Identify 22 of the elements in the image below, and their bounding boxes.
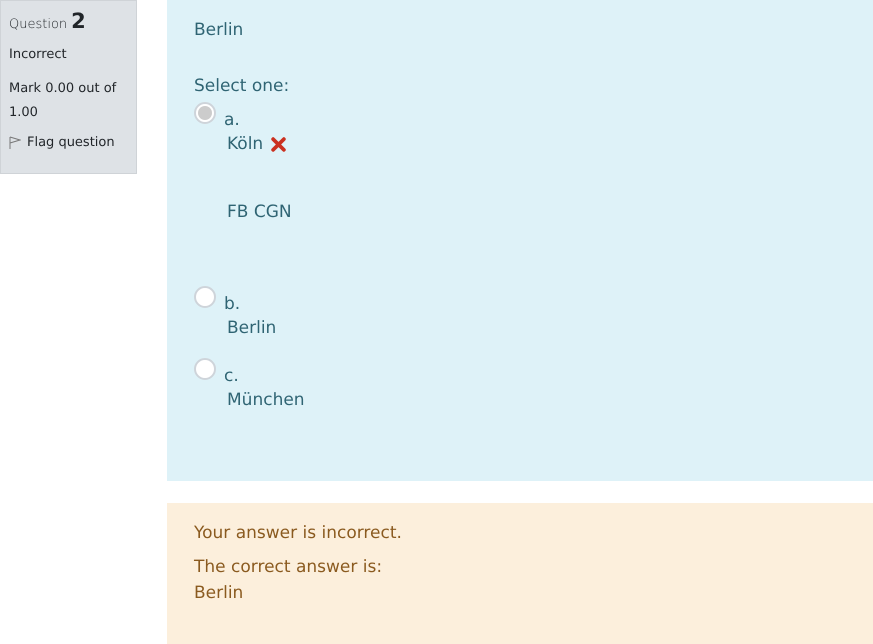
mark-text: Mark 0.00 out of 1.00 bbox=[9, 80, 118, 122]
prompt-text: Select one: bbox=[194, 76, 290, 96]
radio-button[interactable] bbox=[194, 358, 216, 380]
correct-answer: Berlin bbox=[194, 583, 244, 603]
option-letter: a. bbox=[224, 110, 240, 130]
radio-button[interactable] bbox=[194, 286, 216, 308]
option-feedback: FB CGN bbox=[227, 202, 293, 222]
correct-answer-label: The correct answer is: bbox=[194, 557, 384, 577]
question-state: Incorrect bbox=[9, 46, 68, 64]
option-letter: b. bbox=[224, 294, 240, 314]
flag-icon bbox=[9, 136, 21, 150]
cross-icon bbox=[271, 136, 286, 152]
question-number: 2 bbox=[71, 9, 86, 33]
question-text: Berlin bbox=[194, 20, 244, 40]
question-label: Question bbox=[9, 17, 68, 32]
option-answer: Köln bbox=[227, 134, 264, 154]
option-letter: c. bbox=[224, 366, 239, 386]
verdict-text: Your answer is incorrect. bbox=[194, 523, 403, 543]
flag-question-link[interactable]: Flag question bbox=[9, 135, 128, 150]
option-answer: Berlin bbox=[227, 318, 276, 338]
radio-button[interactable] bbox=[194, 102, 216, 124]
option-answer: München bbox=[227, 390, 305, 410]
